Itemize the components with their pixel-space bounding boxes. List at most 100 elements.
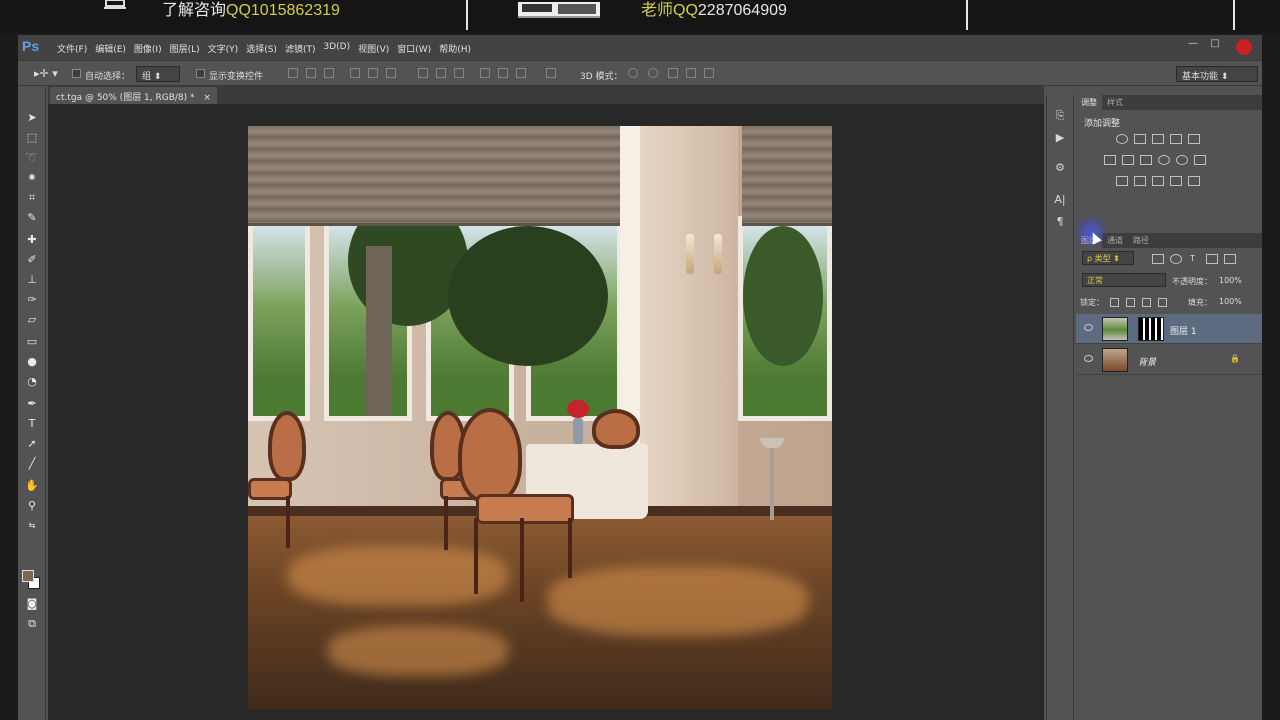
document-tab[interactable]: ct.tga @ 50% (图层 1, RGB/8) * × xyxy=(50,87,217,104)
restore-button[interactable]: □ xyxy=(1208,38,1222,50)
foreground-color-swatch[interactable] xyxy=(22,570,34,582)
history-brush-tool-icon[interactable]: ✑ xyxy=(24,292,40,308)
zoom-tool-icon[interactable]: ⚲ xyxy=(24,498,40,514)
align-hcenter-icon[interactable] xyxy=(368,68,378,78)
show-transform-checkbox[interactable] xyxy=(196,69,205,78)
tab-paths[interactable]: 路径 xyxy=(1128,233,1154,248)
black-white-icon[interactable] xyxy=(1140,155,1152,165)
lasso-tool-icon[interactable]: ➰ xyxy=(24,150,40,166)
distribute-top-icon[interactable] xyxy=(418,68,428,78)
canvas-area[interactable] xyxy=(48,104,1044,720)
actions-play-icon[interactable]: ▶ xyxy=(1053,131,1067,145)
lock-pixels-icon[interactable] xyxy=(1126,298,1135,307)
healing-brush-tool-icon[interactable]: ✚ xyxy=(24,232,40,248)
layer-row[interactable]: 背景 🔒 xyxy=(1076,345,1262,375)
channel-mixer-icon[interactable] xyxy=(1176,155,1188,165)
menu-3d[interactable]: 3D(D) xyxy=(319,42,354,55)
menu-layer[interactable]: 图层(L) xyxy=(166,42,204,55)
brightness-icon[interactable] xyxy=(1116,134,1128,144)
posterize-icon[interactable] xyxy=(1134,176,1146,186)
fill-value[interactable]: 100% xyxy=(1219,297,1242,306)
filter-type-icon[interactable]: T xyxy=(1190,254,1195,263)
dodge-tool-icon[interactable]: ◔ xyxy=(24,374,40,390)
clone-stamp-tool-icon[interactable]: ⊥ xyxy=(24,272,40,288)
color-balance-icon[interactable] xyxy=(1122,155,1134,165)
crop-tool-icon[interactable]: ⌗ xyxy=(24,190,40,206)
brush-tool-icon[interactable]: ✐ xyxy=(24,252,40,268)
photo-filter-icon[interactable] xyxy=(1158,155,1170,165)
align-left-icon[interactable] xyxy=(350,68,360,78)
invert-icon[interactable] xyxy=(1116,176,1128,186)
auto-align-icon[interactable] xyxy=(546,68,556,78)
type-tool-icon[interactable]: T xyxy=(24,416,40,432)
menu-edit[interactable]: 编辑(E) xyxy=(91,42,130,55)
hue-saturation-icon[interactable] xyxy=(1104,155,1116,165)
close-icon[interactable]: × xyxy=(203,93,211,103)
rotate-3d-icon[interactable] xyxy=(628,68,638,78)
tab-adjustments[interactable]: 调整 xyxy=(1076,95,1102,110)
lock-position-icon[interactable] xyxy=(1142,298,1151,307)
eyedropper-tool-icon[interactable]: ✎ xyxy=(24,210,40,226)
align-top-icon[interactable] xyxy=(288,68,298,78)
quick-mask-icon[interactable]: ◙ xyxy=(24,596,40,612)
filter-shape-icon[interactable] xyxy=(1206,254,1218,264)
properties-icon[interactable]: ⚙ xyxy=(1053,161,1067,175)
slide-3d-icon[interactable] xyxy=(686,68,696,78)
pen-tool-icon[interactable]: ✒ xyxy=(24,396,40,412)
exposure-icon[interactable] xyxy=(1170,134,1182,144)
align-bottom-icon[interactable] xyxy=(324,68,334,78)
character-icon[interactable]: A| xyxy=(1053,193,1067,207)
vibrance-icon[interactable] xyxy=(1188,134,1200,144)
lock-transparency-icon[interactable] xyxy=(1110,298,1119,307)
layer-mask-thumbnail[interactable] xyxy=(1138,317,1164,341)
align-vcenter-icon[interactable] xyxy=(306,68,316,78)
eye-icon[interactable] xyxy=(1084,355,1093,362)
layer-row[interactable]: 图层 1 xyxy=(1076,314,1262,344)
blur-tool-icon[interactable]: ● xyxy=(24,354,40,370)
line-tool-icon[interactable]: ╱ xyxy=(24,456,40,472)
distribute-left-icon[interactable] xyxy=(480,68,490,78)
filter-adjustment-icon[interactable] xyxy=(1170,254,1182,264)
move-tool-icon[interactable]: ➤ xyxy=(24,110,40,126)
gradient-map-icon[interactable] xyxy=(1170,176,1182,186)
document-canvas[interactable] xyxy=(248,126,832,710)
menu-help[interactable]: 帮助(H) xyxy=(435,42,475,55)
paragraph-icon[interactable]: ¶ xyxy=(1053,215,1067,229)
close-button[interactable] xyxy=(1236,39,1252,55)
history-icon[interactable]: ⎘ xyxy=(1053,109,1067,123)
menu-filter[interactable]: 滤镜(T) xyxy=(281,42,320,55)
threshold-icon[interactable] xyxy=(1152,176,1164,186)
distribute-hcenter-icon[interactable] xyxy=(498,68,508,78)
eye-icon[interactable] xyxy=(1084,324,1093,331)
auto-select-checkbox[interactable] xyxy=(72,69,81,78)
path-selection-tool-icon[interactable]: ➚ xyxy=(24,436,40,452)
menu-image[interactable]: 图像(I) xyxy=(130,42,166,55)
opacity-value[interactable]: 100% xyxy=(1219,276,1242,285)
color-lookup-icon[interactable] xyxy=(1194,155,1206,165)
magic-wand-tool-icon[interactable]: ✷ xyxy=(24,170,40,186)
blend-mode-dropdown[interactable]: 正常 xyxy=(1082,273,1166,287)
tab-styles[interactable]: 样式 xyxy=(1102,95,1128,110)
distribute-bottom-icon[interactable] xyxy=(454,68,464,78)
menu-view[interactable]: 视图(V) xyxy=(354,42,393,55)
marquee-tool-icon[interactable]: ⬚ xyxy=(24,130,40,146)
minimize-button[interactable]: — xyxy=(1186,38,1200,50)
swap-colors-icon[interactable]: ⇆ xyxy=(24,518,40,534)
screen-mode-icon[interactable]: ⧉ xyxy=(24,616,40,632)
auto-select-dropdown[interactable]: 组 ⬍ xyxy=(136,66,180,82)
scale-3d-icon[interactable] xyxy=(704,68,714,78)
roll-3d-icon[interactable] xyxy=(648,68,658,78)
menu-select[interactable]: 选择(S) xyxy=(242,42,281,55)
eraser-tool-icon[interactable]: ▱ xyxy=(24,312,40,328)
drag-3d-icon[interactable] xyxy=(668,68,678,78)
lock-all-icon[interactable] xyxy=(1158,298,1167,307)
align-right-icon[interactable] xyxy=(386,68,396,78)
layer-filter-dropdown[interactable]: ρ 类型 ⬍ xyxy=(1082,251,1134,265)
distribute-vcenter-icon[interactable] xyxy=(436,68,446,78)
filter-pixel-icon[interactable] xyxy=(1152,254,1164,264)
menu-file[interactable]: 文件(F) xyxy=(53,42,91,55)
hand-tool-icon[interactable]: ✋ xyxy=(24,478,40,494)
selective-color-icon[interactable] xyxy=(1188,176,1200,186)
menu-window[interactable]: 窗口(W) xyxy=(393,42,435,55)
move-tool-preset-icon[interactable]: ▸✛ ▾ xyxy=(34,67,58,80)
